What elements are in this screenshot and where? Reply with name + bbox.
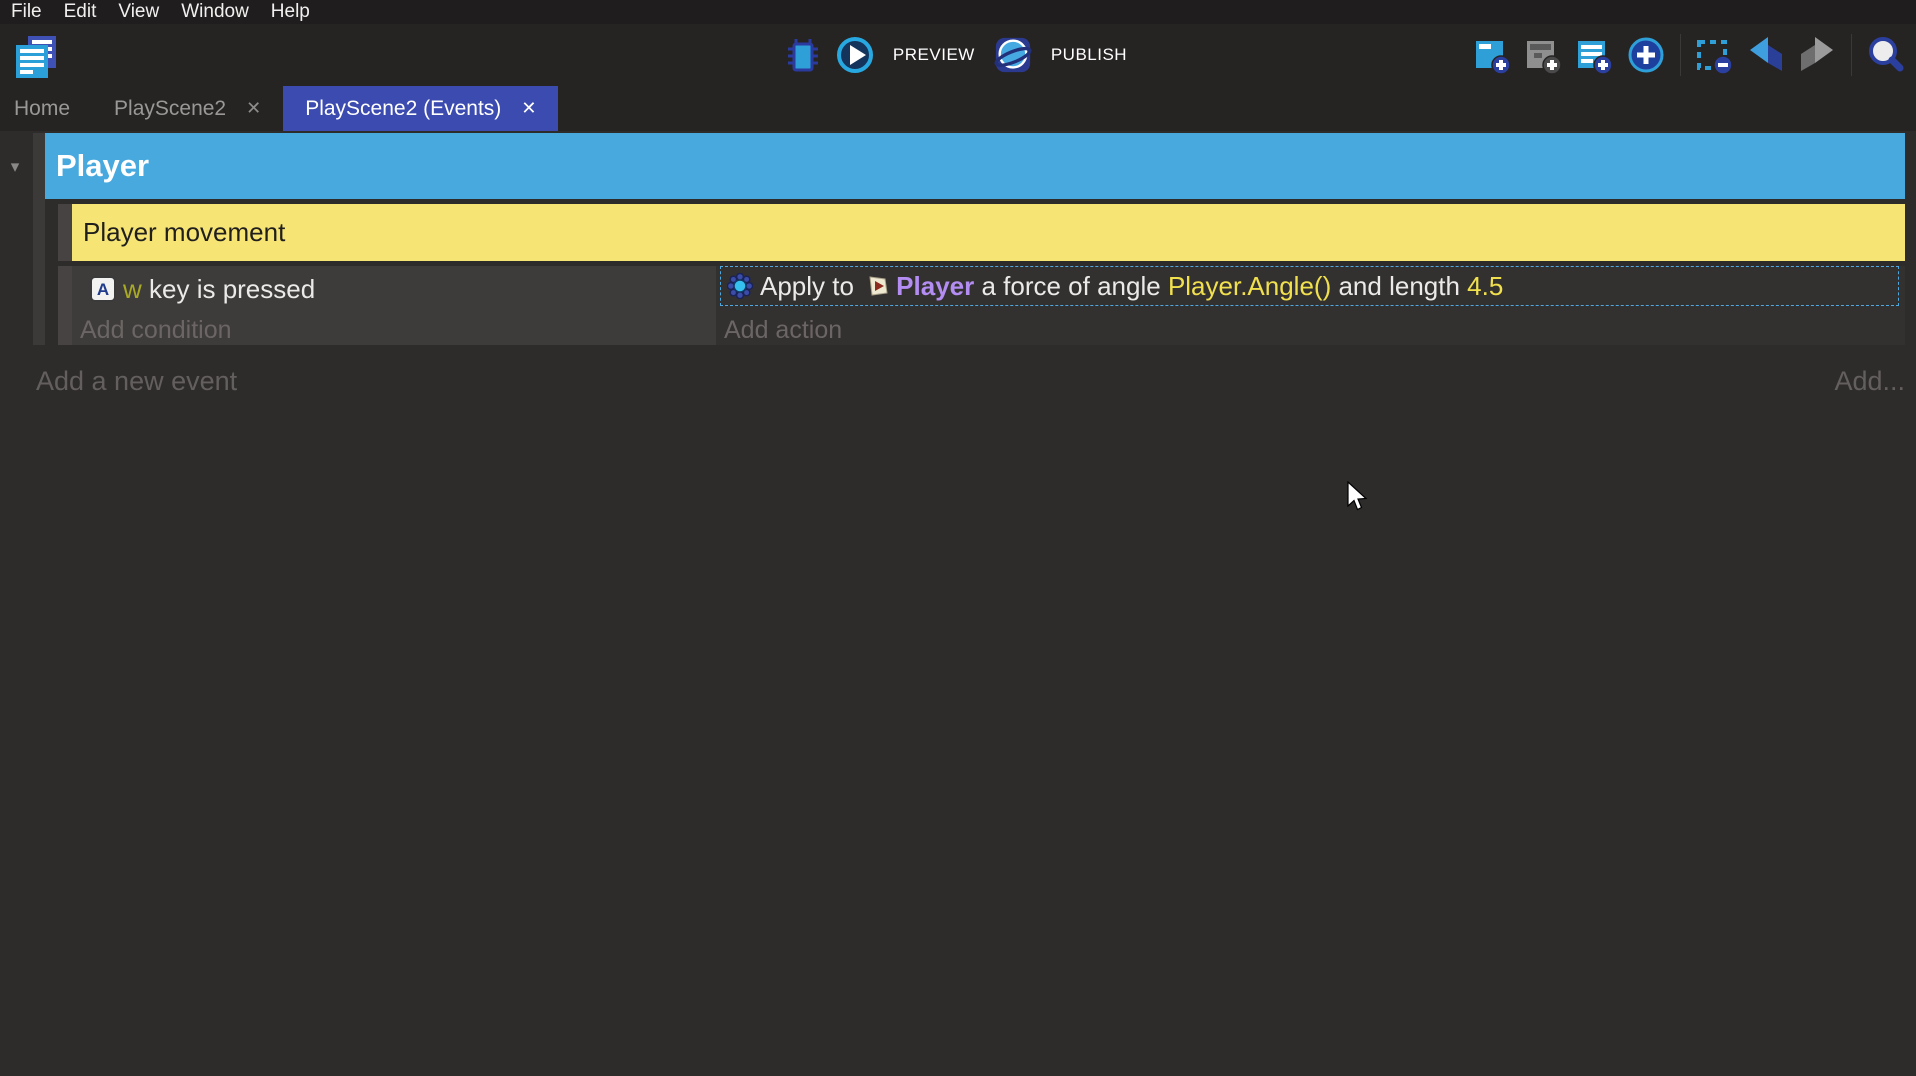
event-group-header[interactable]: Player bbox=[45, 133, 1905, 199]
close-tab-icon[interactable]: ✕ bbox=[521, 98, 536, 119]
action-text: a force of angle bbox=[974, 271, 1168, 302]
action-text: and length bbox=[1331, 271, 1467, 302]
svg-text:A: A bbox=[97, 280, 109, 299]
debug-button[interactable] bbox=[783, 33, 823, 77]
redo-button[interactable] bbox=[1797, 33, 1837, 77]
action-expression: Player.Angle() bbox=[1168, 271, 1331, 302]
delete-selection-button[interactable] bbox=[1695, 33, 1735, 77]
add-more-button[interactable]: Add... bbox=[1834, 366, 1905, 397]
event-drag-handle[interactable] bbox=[58, 266, 72, 345]
tab-playscene2-events-label: PlayScene2 (Events) bbox=[305, 97, 501, 121]
event-group-rail bbox=[33, 133, 45, 345]
add-new-event-button[interactable]: Add a new event bbox=[36, 366, 237, 397]
add-subevent-icon bbox=[1524, 34, 1564, 76]
add-circle-icon bbox=[1626, 35, 1666, 75]
menu-file[interactable]: File bbox=[0, 0, 53, 24]
preview-button[interactable] bbox=[835, 33, 875, 77]
add-condition-button[interactable]: Add condition bbox=[80, 316, 232, 345]
preview-label[interactable]: PREVIEW bbox=[893, 45, 975, 65]
condition-key-value: w bbox=[123, 274, 142, 305]
comment-drag-handle[interactable] bbox=[58, 204, 72, 261]
tab-bar: Home PlayScene2 ✕ PlayScene2 (Events) ✕ bbox=[0, 86, 1916, 131]
undo-button[interactable] bbox=[1746, 33, 1786, 77]
debug-icon bbox=[783, 35, 823, 75]
group-title: Player bbox=[45, 148, 149, 184]
condition-text: key is pressed bbox=[142, 274, 315, 305]
menu-window[interactable]: Window bbox=[170, 0, 260, 24]
add-event-button[interactable] bbox=[1473, 33, 1513, 77]
condition-item[interactable]: A w key is pressed bbox=[84, 272, 315, 306]
toolbar-right bbox=[1473, 24, 1906, 86]
chevron-down-icon[interactable]: ▾ bbox=[4, 156, 26, 178]
add-something-button[interactable] bbox=[1626, 33, 1666, 77]
delete-selection-icon bbox=[1695, 34, 1735, 76]
publish-button[interactable] bbox=[993, 33, 1033, 77]
menu-bar: File Edit View Window Help bbox=[0, 0, 1916, 24]
tab-home[interactable]: Home bbox=[0, 86, 92, 131]
tab-home-label: Home bbox=[14, 97, 70, 121]
publish-label[interactable]: PUBLISH bbox=[1051, 45, 1127, 65]
action-item-selected[interactable]: Apply to Player a force of angle Player.… bbox=[720, 266, 1899, 306]
toolbar-separator bbox=[1680, 34, 1681, 76]
tab-playscene2-events[interactable]: PlayScene2 (Events) ✕ bbox=[283, 86, 558, 131]
force-action-icon bbox=[727, 273, 753, 299]
add-event-icon bbox=[1473, 34, 1513, 76]
publish-globe-icon bbox=[993, 34, 1033, 76]
action-value: 4.5 bbox=[1467, 271, 1503, 302]
comment-text: Player movement bbox=[72, 217, 285, 248]
tab-playscene2[interactable]: PlayScene2 ✕ bbox=[92, 86, 283, 131]
add-action-button[interactable]: Add action bbox=[724, 316, 842, 345]
preview-play-icon bbox=[835, 35, 875, 75]
menu-edit[interactable]: Edit bbox=[53, 0, 108, 24]
add-comment-button[interactable] bbox=[1575, 33, 1615, 77]
redo-icon bbox=[1797, 35, 1837, 75]
search-icon bbox=[1866, 35, 1906, 75]
menu-view[interactable]: View bbox=[107, 0, 170, 24]
toolbar-separator bbox=[1851, 34, 1852, 76]
keyboard-key-icon: A bbox=[90, 276, 116, 302]
gdevelop-window: File Edit View Window Help bbox=[0, 0, 1916, 1076]
comment-block[interactable]: Player movement bbox=[72, 204, 1905, 261]
action-object-name: Player bbox=[896, 271, 974, 302]
undo-icon bbox=[1746, 35, 1786, 75]
action-text: Apply to bbox=[760, 271, 861, 302]
menu-help[interactable]: Help bbox=[260, 0, 321, 24]
player-object-icon bbox=[867, 275, 889, 297]
add-subevent-button[interactable] bbox=[1524, 33, 1564, 77]
search-button[interactable] bbox=[1866, 33, 1906, 77]
mouse-cursor bbox=[1346, 481, 1370, 518]
close-tab-icon[interactable]: ✕ bbox=[246, 98, 261, 119]
tab-playscene2-label: PlayScene2 bbox=[114, 97, 226, 121]
add-comment-icon bbox=[1575, 34, 1615, 76]
